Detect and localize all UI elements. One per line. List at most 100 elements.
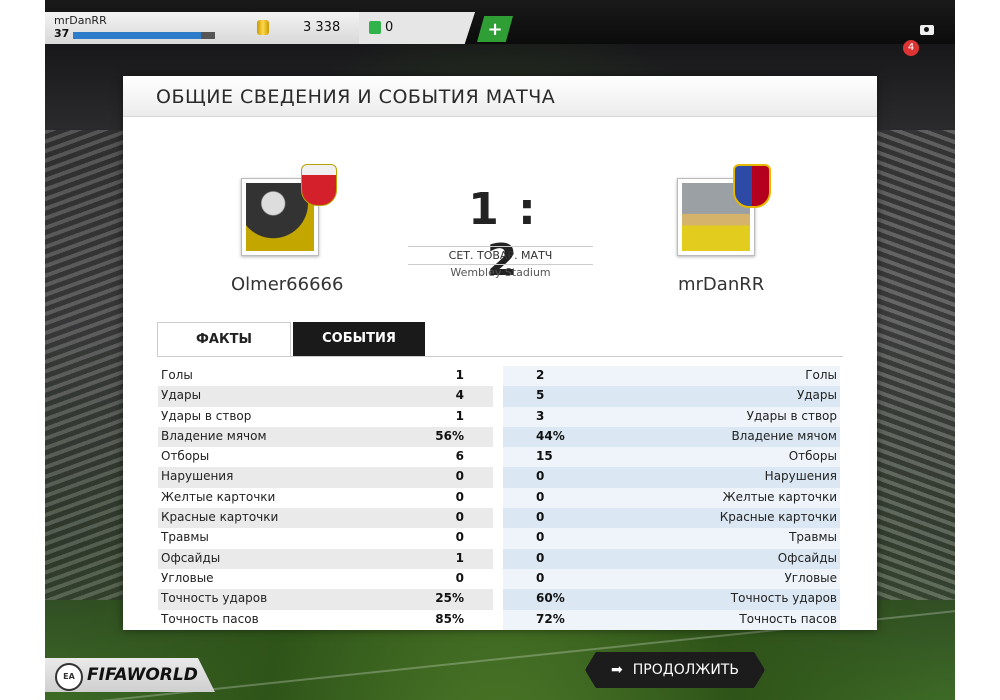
stat-value-home: 1 [455, 408, 464, 423]
currency-box: 3 338 0 [215, 12, 475, 44]
stat-label-away: Нарушения [764, 469, 837, 484]
stat-row: Отборы 6 15 Отборы [158, 447, 840, 468]
stat-value-away: 5 [536, 388, 545, 403]
stat-row: Удары 4 5 Удары [158, 386, 840, 407]
stat-value-away: 0 [536, 469, 545, 484]
match-type: СЕТ. ТОВАР. МАТЧ [408, 246, 593, 265]
logo-text: FIFAWORLD [87, 665, 198, 685]
tab-facts[interactable]: ФАКТЫ [157, 322, 291, 357]
stat-label-home: Угловые [161, 570, 214, 585]
stat-row: Точность ударов 25% 60% Точность ударов [158, 589, 840, 610]
stat-label-away: Красные карточки [719, 510, 837, 525]
add-currency-button[interactable]: + [477, 16, 513, 42]
stat-label-home: Удары [161, 388, 202, 403]
stat-value-away: 3 [536, 408, 545, 423]
stats-table: Голы 1 2 Голы Удары 4 5 Удары Удары в створ 1 3 У… [158, 366, 840, 630]
points-box: 0 [359, 12, 475, 44]
stat-row: Желтые карточки 0 0 Желтые карточки [158, 487, 840, 509]
ea-sports-icon: EA [55, 663, 83, 691]
stat-value-home: 0 [455, 469, 464, 484]
stat-label-home: Точность пасов [161, 611, 259, 626]
stat-label-away: Желтые карточки [722, 489, 837, 504]
stat-label-home: Травмы [161, 530, 209, 545]
stat-value-home: 56% [435, 428, 464, 443]
stat-row: Угловые 0 0 Угловые [158, 568, 840, 590]
tab-divider [157, 356, 843, 357]
xp-bar-fill [73, 32, 201, 39]
panel-header: ОБЩИЕ СВЕДЕНИЯ И СОБЫТИЯ МАТЧА [123, 76, 877, 117]
stat-value-away: 0 [536, 489, 545, 504]
tab-events[interactable]: СОБЫТИЯ [293, 322, 425, 356]
stat-label-home: Отборы [161, 449, 210, 464]
stadium-name: Wembley Stadium [450, 266, 551, 279]
username: mrDanRR [54, 14, 107, 27]
stat-label-away: Удары в створ [746, 408, 837, 423]
top-bar: mrDanRR 37 3 338 0 + [45, 0, 955, 44]
barcelona-crest-icon [733, 164, 771, 208]
stat-value-home: 6 [455, 449, 464, 464]
stat-value-home: 1 [455, 368, 464, 382]
stat-label-away: Точность пасов [739, 611, 837, 626]
stat-value-away: 0 [536, 550, 545, 565]
page-title: ОБЩИЕ СВЕДЕНИЯ И СОБЫТИЯ МАТЧА [156, 86, 556, 108]
stadium-stand-left [45, 130, 135, 600]
stat-label-home: Красные карточки [161, 510, 279, 525]
stat-row: Травмы 0 0 Травмы [158, 528, 840, 549]
match-summary-panel: ОБЩИЕ СВЕДЕНИЯ И СОБЫТИЯ МАТЧА Olmer6666… [123, 76, 877, 630]
coins-icon [257, 20, 269, 35]
stadium-stand-right [865, 130, 955, 600]
stat-value-home: 0 [455, 570, 464, 585]
stat-value-home: 0 [455, 530, 464, 545]
stat-row: Нарушения 0 0 Нарушения [158, 467, 840, 488]
camera-icon[interactable] [920, 25, 934, 35]
stat-label-away: Удары [796, 388, 837, 403]
stat-label-home: Нарушения [161, 469, 234, 484]
stat-value-home: 0 [455, 510, 464, 525]
stat-label-away: Отборы [788, 449, 837, 464]
stat-value-home: 25% [435, 591, 464, 606]
points-value: 0 [385, 20, 394, 35]
points-icon [369, 21, 381, 34]
stat-label-home: Владение мячом [161, 428, 267, 443]
stat-row: Точность пасов 85% 72% Точность пасов [158, 609, 840, 630]
arsenal-crest-icon [301, 164, 337, 206]
stat-value-home: 4 [455, 388, 464, 403]
stat-row: Голы 1 2 Голы [158, 366, 840, 387]
stat-label-home: Желтые карточки [161, 489, 276, 504]
stat-label-home: Удары в створ [161, 408, 252, 423]
stat-value-away: 0 [536, 510, 545, 525]
continue-button[interactable]: ➡ ПРОДОЛЖИТЬ [585, 652, 765, 688]
notification-badge[interactable]: 4 [903, 40, 919, 56]
coins-value: 3 338 [303, 20, 341, 35]
user-box[interactable]: mrDanRR 37 [45, 12, 235, 44]
stat-label-away: Травмы [789, 530, 837, 545]
stat-value-home: 0 [455, 489, 464, 504]
stat-value-away: 0 [536, 570, 545, 585]
fifa-world-logo: EA FIFAWORLD [45, 658, 215, 692]
stat-value-home: 1 [455, 550, 464, 565]
xp-bar [73, 32, 215, 39]
arrow-right-icon: ➡ [611, 662, 623, 678]
stat-value-away: 15 [536, 449, 553, 464]
stat-row: Офсайды 1 0 Офсайды [158, 548, 840, 569]
stat-value-away: 60% [536, 591, 565, 606]
stat-label-home: Точность ударов [161, 591, 268, 606]
stat-label-home: Голы [161, 368, 193, 382]
stat-label-away: Угловые [784, 570, 837, 585]
stat-value-away: 0 [536, 530, 545, 545]
stat-value-away: 44% [536, 428, 565, 443]
stat-label-away: Точность ударов [730, 591, 837, 606]
stat-label-away: Владение мячом [731, 428, 837, 443]
continue-label: ПРОДОЛЖИТЬ [632, 662, 739, 678]
stat-label-away: Офсайды [777, 550, 837, 565]
away-player-name: mrDanRR [678, 274, 765, 295]
stat-value-away: 72% [536, 611, 565, 626]
stat-value-away: 2 [536, 368, 545, 382]
home-player-name: Olmer66666 [231, 274, 344, 295]
stat-row: Красные карточки 0 0 Красные карточки [158, 508, 840, 529]
stat-row: Удары в створ 1 3 Удары в створ [158, 406, 840, 427]
user-level: 37 [54, 27, 70, 40]
stat-label-away: Голы [805, 368, 837, 382]
stat-value-home: 85% [435, 611, 464, 626]
stat-row: Владение мячом 56% 44% Владение мячом [158, 426, 840, 448]
